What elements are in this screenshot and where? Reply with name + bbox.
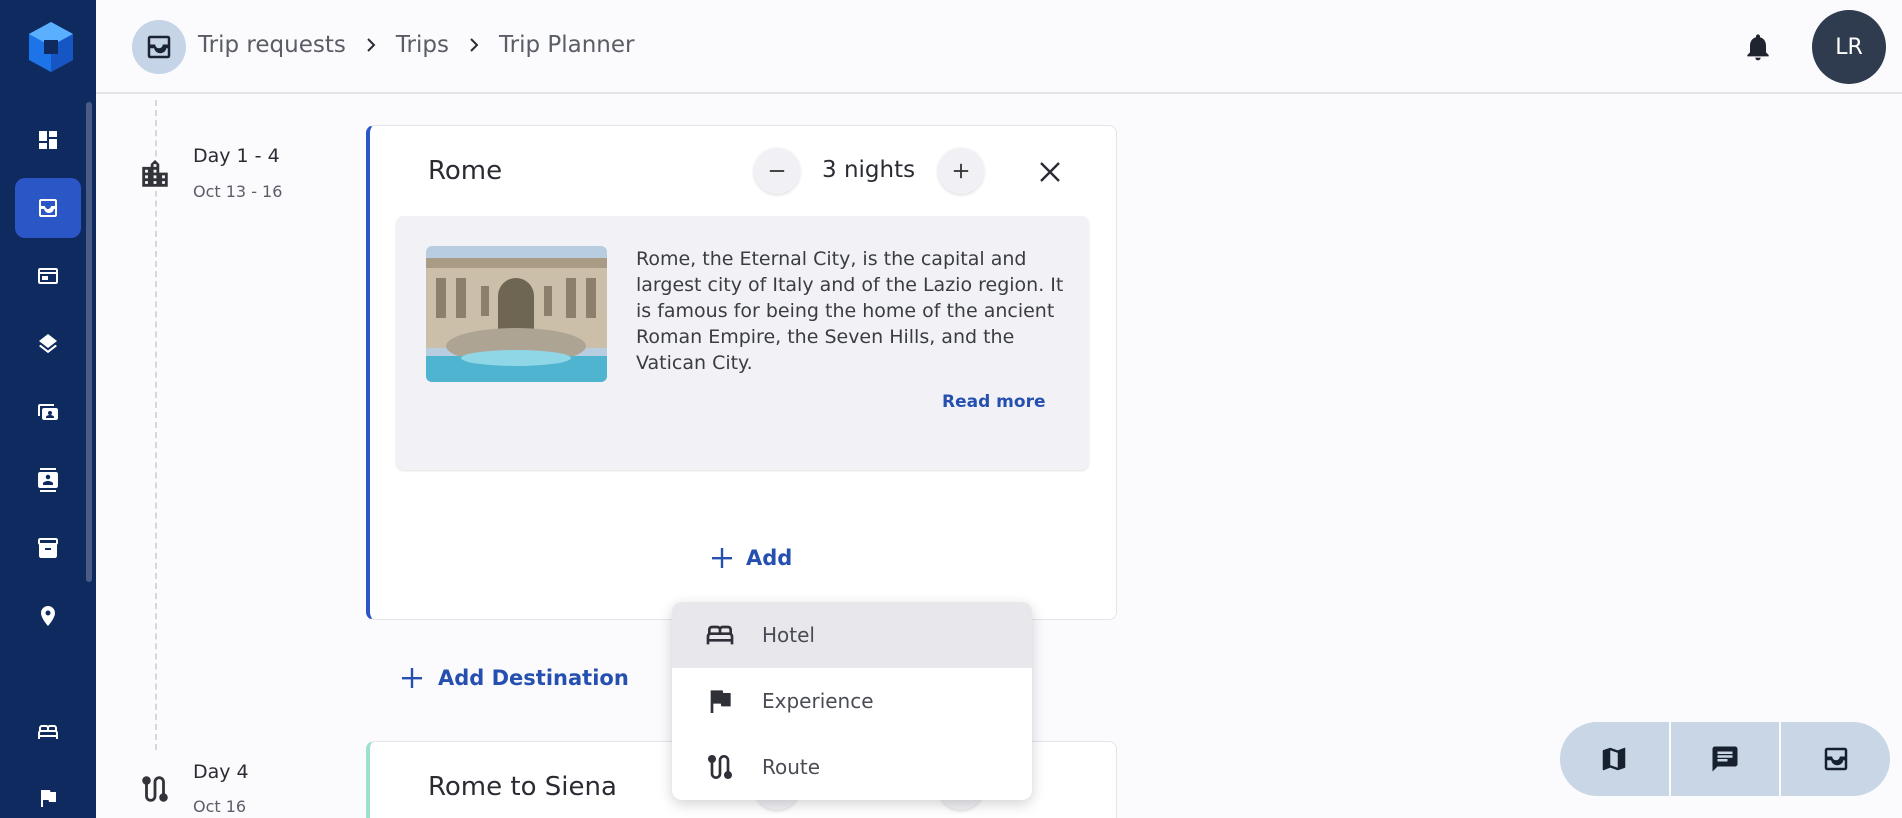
trips-section-icon[interactable] — [132, 20, 186, 74]
add-destination-button[interactable]: Add Destination — [400, 666, 629, 690]
route-icon — [708, 755, 732, 779]
nights-count: 3 nights — [822, 157, 916, 183]
dashboard-icon — [39, 131, 57, 149]
add-item-label: Add — [746, 546, 793, 570]
day-range-label: Day 1 - 4 — [193, 145, 280, 167]
minus-icon — [769, 170, 785, 172]
location-pin-icon — [41, 606, 55, 626]
notifications-button[interactable] — [1742, 30, 1774, 64]
sidebar-item-contacts[interactable] — [15, 450, 81, 510]
bed-icon — [706, 625, 734, 645]
destination-description: Rome, the Eternal City, is the capital a… — [636, 248, 1064, 374]
chat-button[interactable] — [1670, 722, 1780, 796]
top-header: Trip requests Trips Trip Planner LR — [96, 0, 1902, 94]
remove-destination-button[interactable] — [1030, 152, 1070, 192]
breadcrumb: Trip requests Trips Trip Planner — [198, 32, 635, 58]
plus-icon — [402, 668, 422, 688]
sidebar-item-trips[interactable] — [15, 178, 81, 238]
floating-actions — [1560, 722, 1891, 796]
add-item-menu: Hotel Experience Route — [672, 602, 1032, 800]
map-view-button[interactable] — [1560, 722, 1669, 796]
menu-item-label: Experience — [762, 689, 874, 713]
destination-info: Rome, the Eternal City, is the capital a… — [396, 216, 1089, 470]
menu-item-label: Route — [762, 755, 821, 779]
route-title: Rome to Siena — [428, 772, 617, 802]
inbox-button[interactable] — [1781, 722, 1891, 796]
destination-card: Rome 3 nights Rome, the Eternal City, is… — [366, 125, 1117, 620]
calendar-view-icon — [38, 268, 58, 284]
plus-icon — [953, 163, 969, 179]
flag-icon — [710, 690, 731, 713]
menu-item-route[interactable]: Route — [672, 734, 1032, 800]
app-logo[interactable] — [26, 20, 76, 74]
day-date-range: Oct 13 - 16 — [193, 182, 283, 201]
layers-icon — [39, 334, 57, 354]
inbox-icon — [39, 199, 57, 217]
sidebar-item-dashboard[interactable] — [15, 110, 81, 170]
bed-icon — [38, 725, 58, 739]
inbox-icon — [147, 35, 171, 59]
chevron-right-icon — [470, 38, 479, 52]
day-range-label: Day 4 — [193, 761, 249, 783]
sidebar — [0, 0, 96, 818]
city-icon — [138, 157, 172, 191]
inbox-icon — [1824, 747, 1847, 771]
decrease-nights-button[interactable] — [754, 148, 800, 194]
breadcrumb-trip-planner: Trip Planner — [498, 32, 635, 58]
timeline-line — [155, 100, 157, 750]
day-date-range: Oct 16 — [193, 797, 247, 816]
contact-book-icon — [38, 468, 58, 492]
sidebar-item-hotels[interactable] — [15, 702, 81, 762]
flag-icon — [41, 790, 56, 807]
sidebar-item-gallery[interactable] — [15, 382, 81, 442]
menu-item-label: Hotel — [762, 623, 815, 647]
increase-nights-button[interactable] — [938, 148, 984, 194]
sidebar-item-experiences[interactable] — [15, 768, 81, 818]
chat-icon — [1712, 746, 1738, 772]
bell-icon — [1747, 34, 1769, 61]
photo-album-icon — [38, 404, 58, 420]
sidebar-item-places[interactable] — [15, 586, 81, 646]
breadcrumb-trips[interactable]: Trips — [396, 32, 449, 58]
add-destination-label: Add Destination — [438, 666, 629, 690]
sidebar-item-calendar[interactable] — [15, 246, 81, 306]
destination-image — [426, 246, 607, 382]
add-item-button[interactable]: Add — [710, 546, 792, 570]
chevron-right-icon — [367, 38, 376, 52]
user-avatar[interactable]: LR — [1812, 10, 1886, 84]
menu-item-experience[interactable]: Experience — [672, 668, 1032, 734]
route-icon — [138, 772, 172, 806]
plus-icon — [712, 548, 732, 568]
map-icon — [1603, 747, 1626, 771]
sidebar-scrollbar[interactable] — [86, 102, 92, 582]
read-more-link[interactable]: Read more — [942, 392, 1046, 412]
sidebar-item-layers[interactable] — [15, 314, 81, 374]
archive-icon — [38, 538, 58, 558]
menu-item-hotel[interactable]: Hotel — [672, 602, 1032, 668]
destination-title: Rome — [428, 156, 503, 186]
breadcrumb-trip-requests[interactable]: Trip requests — [198, 32, 346, 58]
sidebar-item-archive[interactable] — [15, 518, 81, 578]
close-icon — [1040, 162, 1060, 182]
